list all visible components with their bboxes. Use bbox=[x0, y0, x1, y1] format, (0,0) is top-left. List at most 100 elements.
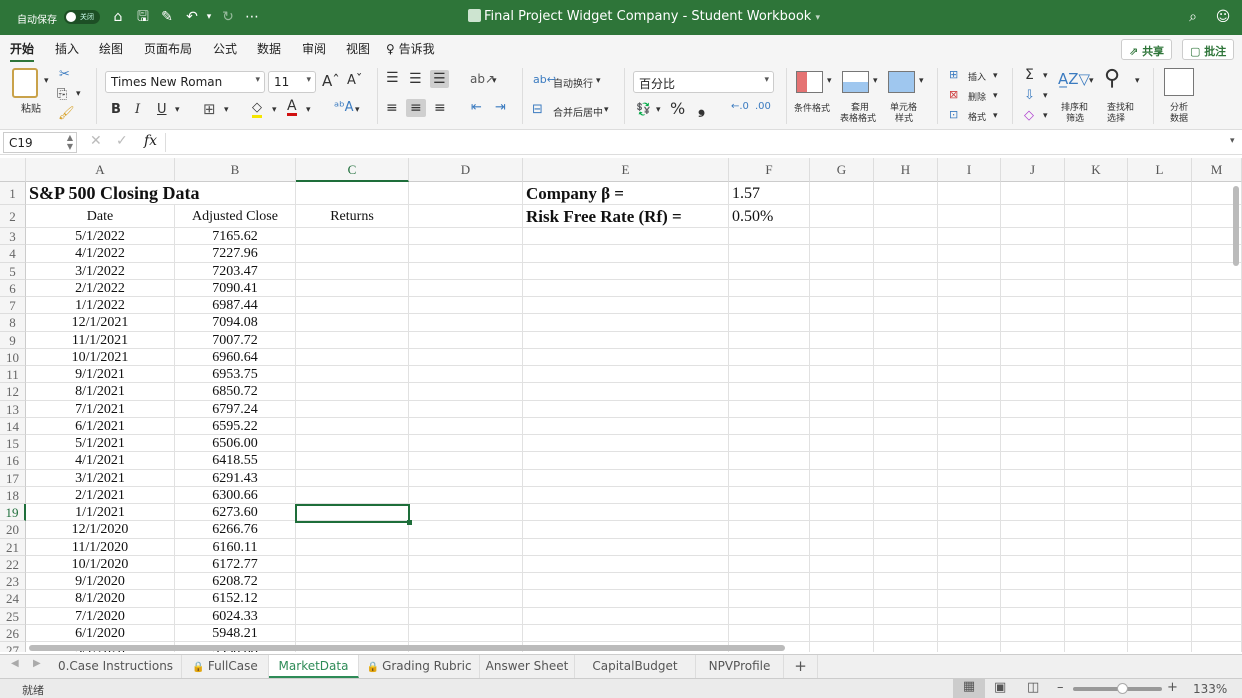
cell-a3[interactable]: 5/1/2022 bbox=[26, 228, 175, 246]
cell-h8[interactable] bbox=[874, 314, 938, 332]
cell-g6[interactable] bbox=[810, 279, 874, 297]
cell-b1[interactable] bbox=[175, 182, 296, 205]
cell-f13[interactable] bbox=[729, 400, 810, 418]
cell-e9[interactable] bbox=[523, 331, 729, 349]
phonetic-dropdown-icon[interactable]: ▾ bbox=[355, 105, 360, 115]
fill-color-dropdown-icon[interactable]: ▾ bbox=[272, 105, 277, 115]
cut-icon[interactable]: ✂ bbox=[59, 67, 70, 82]
cell-a7[interactable]: 1/1/2022 bbox=[26, 297, 175, 315]
cell-g1[interactable] bbox=[810, 182, 874, 205]
cell-m23[interactable] bbox=[1192, 573, 1242, 591]
cell-b12[interactable]: 6850.72 bbox=[175, 383, 296, 401]
fill-dropdown-icon[interactable]: ▾ bbox=[1043, 91, 1048, 101]
cell-i10[interactable] bbox=[938, 348, 1001, 366]
tab-draw[interactable]: 绘图 bbox=[99, 40, 123, 57]
cell-h12[interactable] bbox=[874, 383, 938, 401]
cell-j10[interactable] bbox=[1001, 348, 1065, 366]
cell-l22[interactable] bbox=[1128, 555, 1192, 573]
cell-h20[interactable] bbox=[874, 521, 938, 539]
cell-d17[interactable] bbox=[409, 469, 523, 487]
tell-me[interactable]: ♀ 告诉我 bbox=[386, 40, 435, 57]
save-as-icon[interactable]: ✎ bbox=[158, 8, 176, 26]
cell-d20[interactable] bbox=[409, 521, 523, 539]
cell-m17[interactable] bbox=[1192, 469, 1242, 487]
cell-k16[interactable] bbox=[1065, 452, 1128, 470]
cell-e18[interactable] bbox=[523, 486, 729, 504]
italic-button[interactable]: I bbox=[135, 102, 140, 117]
cell-a19[interactable]: 1/1/2021 bbox=[26, 504, 175, 522]
cell-c24[interactable] bbox=[296, 590, 409, 608]
cell-m21[interactable] bbox=[1192, 538, 1242, 556]
row-header[interactable]: 18 bbox=[0, 486, 26, 504]
cell-c6[interactable] bbox=[296, 279, 409, 297]
cell-l18[interactable] bbox=[1128, 486, 1192, 504]
cell-l5[interactable] bbox=[1128, 262, 1192, 280]
cell-c16[interactable] bbox=[296, 452, 409, 470]
increase-font-icon[interactable]: Aˆ bbox=[322, 72, 340, 90]
search-icon[interactable]: ⌕ bbox=[1184, 8, 1202, 26]
cell-b17[interactable]: 6291.43 bbox=[175, 469, 296, 487]
cell-b4[interactable]: 7227.96 bbox=[175, 245, 296, 263]
cell-e24[interactable] bbox=[523, 590, 729, 608]
cell-g8[interactable] bbox=[810, 314, 874, 332]
decrease-font-icon[interactable]: Aˇ bbox=[347, 73, 362, 88]
cell-d6[interactable] bbox=[409, 279, 523, 297]
cell-l14[interactable] bbox=[1128, 417, 1192, 435]
share-button[interactable]: ⇗ 共享 bbox=[1121, 39, 1173, 60]
cell-m20[interactable] bbox=[1192, 521, 1242, 539]
cell-i13[interactable] bbox=[938, 400, 1001, 418]
cell-c14[interactable] bbox=[296, 417, 409, 435]
cell-j17[interactable] bbox=[1001, 469, 1065, 487]
cell-m26[interactable] bbox=[1192, 624, 1242, 642]
cell-h23[interactable] bbox=[874, 573, 938, 591]
cell-e21[interactable] bbox=[523, 538, 729, 556]
cell-a24[interactable]: 8/1/2020 bbox=[26, 590, 175, 608]
cell-h9[interactable] bbox=[874, 331, 938, 349]
cell-l9[interactable] bbox=[1128, 331, 1192, 349]
cell-j3[interactable] bbox=[1001, 228, 1065, 246]
row-header[interactable]: 7 bbox=[0, 297, 26, 315]
row-header[interactable]: 23 bbox=[0, 573, 26, 591]
cell-h15[interactable] bbox=[874, 435, 938, 453]
cell-d3[interactable] bbox=[409, 228, 523, 246]
cell-c15[interactable] bbox=[296, 435, 409, 453]
cell-c20[interactable] bbox=[296, 521, 409, 539]
cell-i17[interactable] bbox=[938, 469, 1001, 487]
cell-f7[interactable] bbox=[729, 297, 810, 315]
sheet-tab-answer-sheet[interactable]: Answer Sheet bbox=[480, 655, 575, 678]
row-header[interactable]: 10 bbox=[0, 348, 26, 366]
cell-f19[interactable] bbox=[729, 504, 810, 522]
cell-m15[interactable] bbox=[1192, 435, 1242, 453]
bold-button[interactable]: B bbox=[111, 102, 121, 117]
cell-g10[interactable] bbox=[810, 348, 874, 366]
cell-f21[interactable] bbox=[729, 538, 810, 556]
delete-cells-icon[interactable]: ⊠ bbox=[949, 88, 958, 101]
sheet-tab-0-case-instructions[interactable]: 0.Case Instructions bbox=[50, 655, 182, 678]
cell-e8[interactable] bbox=[523, 314, 729, 332]
cell-c23[interactable] bbox=[296, 573, 409, 591]
cell-j13[interactable] bbox=[1001, 400, 1065, 418]
cell-i14[interactable] bbox=[938, 417, 1001, 435]
vertical-scrollbar[interactable] bbox=[1233, 186, 1239, 266]
cell-c25[interactable] bbox=[296, 607, 409, 625]
cell-a23[interactable]: 9/1/2020 bbox=[26, 573, 175, 591]
cell-k19[interactable] bbox=[1065, 504, 1128, 522]
cell-l21[interactable] bbox=[1128, 538, 1192, 556]
cell-g27[interactable] bbox=[810, 642, 874, 652]
cell-g12[interactable] bbox=[810, 383, 874, 401]
horizontal-scrollbar[interactable] bbox=[29, 645, 785, 651]
cell-k9[interactable] bbox=[1065, 331, 1128, 349]
clear-icon[interactable]: ◇ bbox=[1024, 108, 1034, 123]
cell-k1[interactable] bbox=[1065, 182, 1128, 205]
cell-m19[interactable] bbox=[1192, 504, 1242, 522]
cell-h25[interactable] bbox=[874, 607, 938, 625]
name-box[interactable]: C19 ▲ ▼ bbox=[3, 132, 77, 153]
cell-k11[interactable] bbox=[1065, 366, 1128, 384]
decrease-decimal-icon[interactable]: .00 bbox=[755, 101, 771, 112]
cell-j15[interactable] bbox=[1001, 435, 1065, 453]
expand-formula-icon[interactable]: ▾ bbox=[1230, 136, 1235, 146]
cell-i5[interactable] bbox=[938, 262, 1001, 280]
row-header[interactable]: 24 bbox=[0, 590, 26, 608]
cell-h11[interactable] bbox=[874, 366, 938, 384]
row-header[interactable]: 20 bbox=[0, 521, 26, 539]
